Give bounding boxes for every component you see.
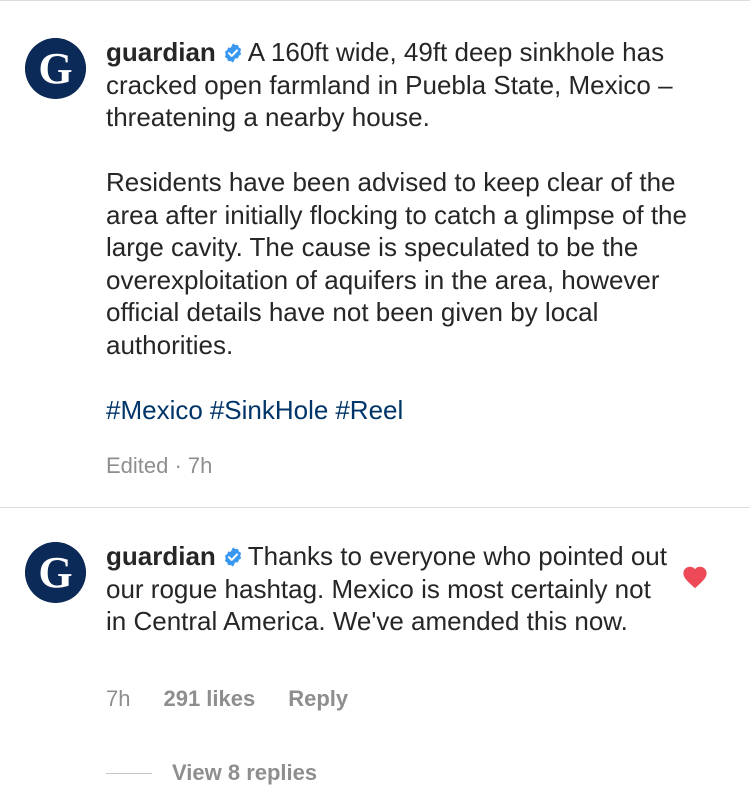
comment-meta: 7h 291 likes Reply <box>106 686 348 712</box>
comment-paragraph: guardian Thanks to everyone who pointed o… <box>106 540 676 638</box>
hashtag-list: #Mexico #SinkHole #Reel <box>106 394 706 427</box>
comment-username[interactable]: guardian <box>106 541 216 571</box>
guardian-g-logo-icon: G <box>25 38 86 99</box>
caption-body-paragraph: Residents have been advised to keep clea… <box>106 167 687 360</box>
svg-text:G: G <box>38 44 72 93</box>
comment-body: guardian Thanks to everyone who pointed o… <box>106 540 676 638</box>
replies-line <box>106 772 152 774</box>
comment-likes-count[interactable]: 291 likes <box>163 686 255 712</box>
hashtag-link[interactable]: #Reel <box>335 395 403 425</box>
verified-badge-icon <box>224 43 241 63</box>
hashtag-link[interactable]: #Mexico <box>106 395 203 425</box>
comment-timestamp: 7h <box>106 686 131 711</box>
verified-badge-icon <box>224 547 241 567</box>
post-caption: guardian A 160ft wide, 49ft deep sinkhole… <box>106 36 706 426</box>
guardian-g-logo-icon: G <box>25 542 86 603</box>
view-replies-label[interactable]: View 8 replies <box>172 760 317 786</box>
post-username[interactable]: guardian <box>106 37 216 67</box>
comments-view: G guardian A 160ft wide, 49ft deep sinkho… <box>0 0 750 809</box>
view-replies-button[interactable]: View 8 replies <box>106 758 317 788</box>
caption-divider <box>0 507 750 508</box>
guardian-avatar[interactable]: G <box>25 542 86 603</box>
hashtag-link[interactable]: #SinkHole <box>210 395 329 425</box>
heart-icon[interactable] <box>682 565 708 589</box>
caption-lead-paragraph: guardian A 160ft wide, 49ft deep sinkhole… <box>106 36 706 134</box>
guardian-avatar[interactable]: G <box>25 38 86 99</box>
reply-button[interactable]: Reply <box>288 686 348 712</box>
edited-timestamp: Edited · 7h <box>106 453 213 478</box>
top-divider <box>0 0 750 1</box>
svg-text:G: G <box>38 548 72 597</box>
